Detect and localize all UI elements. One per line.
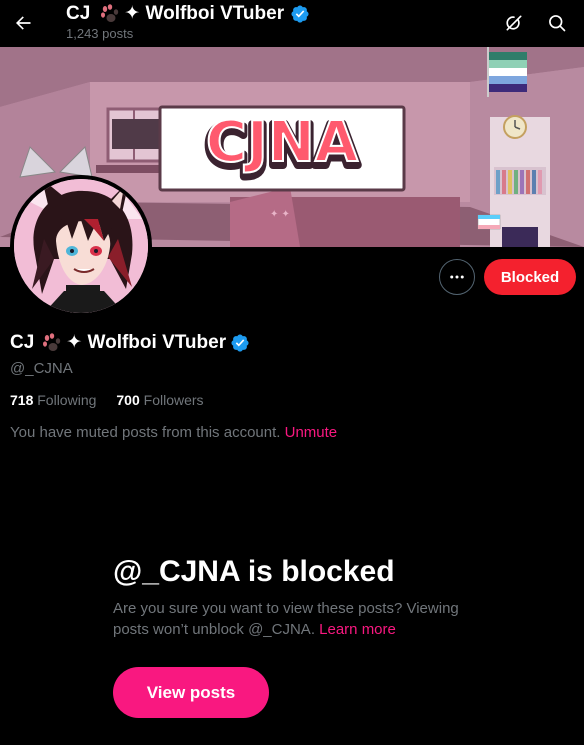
back-arrow-icon — [16, 16, 31, 30]
more-options-button[interactable] — [439, 259, 475, 295]
profile-handle: @_CJNA — [10, 360, 73, 377]
post-count: 1,243 posts — [66, 26, 134, 41]
paw-emoji-icon — [43, 332, 61, 351]
verified-badge-icon — [291, 4, 309, 23]
unmute-link[interactable]: Unmute — [285, 424, 338, 441]
paw-emoji-icon — [101, 3, 119, 22]
back-button[interactable] — [6, 6, 40, 40]
grok-button[interactable] — [497, 6, 531, 40]
search-button[interactable] — [540, 6, 574, 40]
header-display-name: CJ ✦ Wolfboi VTuber — [66, 2, 310, 25]
blocked-button[interactable]: Blocked — [484, 259, 576, 295]
grok-icon — [506, 15, 522, 31]
muted-text: You have muted posts from this account. — [10, 424, 281, 441]
followers-count: 700 — [116, 392, 140, 408]
following-link[interactable]: 718 Following — [10, 392, 96, 408]
avatar-artwork — [14, 179, 148, 313]
svg-text:✦ ✦: ✦ ✦ — [270, 209, 290, 220]
muted-notice: You have muted posts from this account. … — [10, 424, 337, 441]
search-icon — [549, 15, 566, 32]
more-dots-icon — [450, 275, 464, 279]
blocked-description: Are you sure you want to view these post… — [113, 598, 493, 640]
followers-label: Followers — [143, 392, 204, 408]
following-count: 718 — [10, 392, 34, 408]
verified-badge-icon[interactable] — [230, 333, 250, 353]
view-posts-button[interactable]: View posts — [113, 667, 269, 718]
banner-logo-text: CJNA — [206, 110, 359, 175]
learn-more-link[interactable]: Learn more — [319, 621, 396, 638]
avatar[interactable] — [10, 175, 152, 317]
header-title-block: CJ ✦ Wolfboi VTuber 1,243 posts — [66, 2, 310, 41]
blocked-description-text: Are you sure you want to view these post… — [113, 600, 459, 638]
follow-stats: 718 Following 700 Followers — [10, 392, 204, 408]
followers-link[interactable]: 700 Followers — [116, 392, 203, 408]
blocked-title: @_CJNA is blocked — [113, 555, 395, 588]
top-bar: CJ ✦ Wolfboi VTuber 1,243 posts — [0, 0, 584, 47]
profile-display-name: CJ ✦ Wolfboi VTuber — [10, 331, 250, 354]
following-label: Following — [37, 392, 97, 408]
